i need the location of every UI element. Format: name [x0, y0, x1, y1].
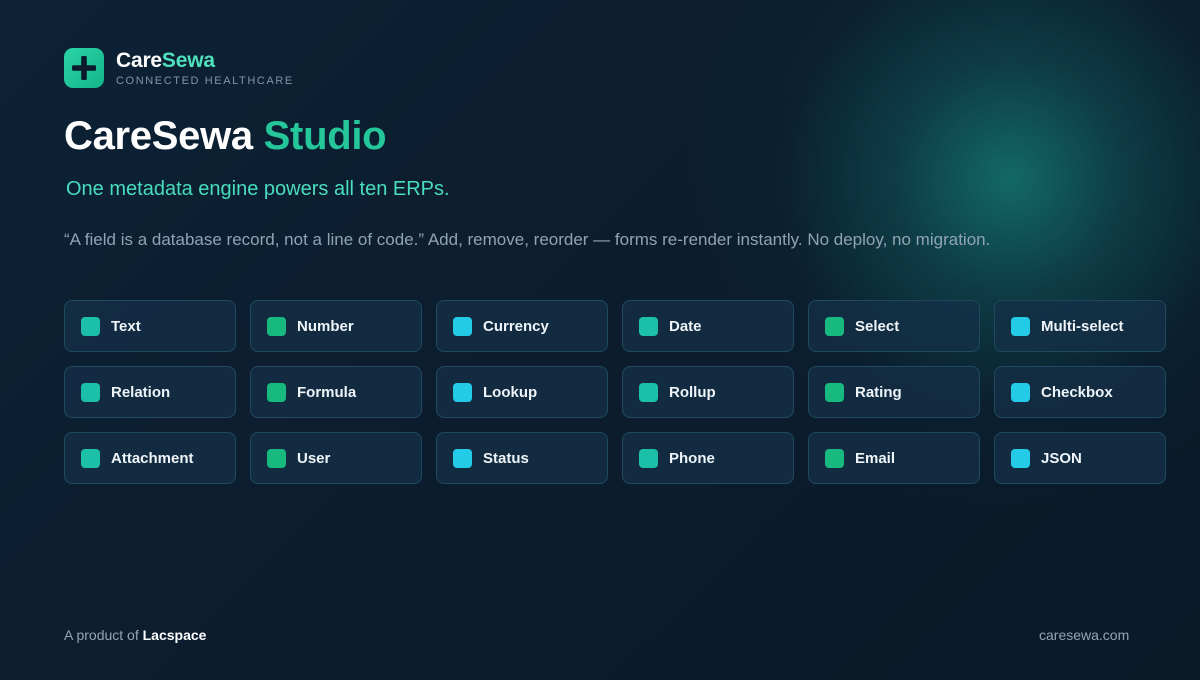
- field-type-label: Multi-select: [1041, 317, 1124, 335]
- field-type-chip: Relation: [64, 366, 236, 418]
- field-type-label: Rollup: [669, 383, 716, 401]
- field-type-label: Select: [855, 317, 900, 335]
- title-accent: Studio: [263, 114, 387, 158]
- footer-url: caresewa.com: [1039, 627, 1130, 643]
- field-swatch-icon: [81, 448, 100, 468]
- field-type-chip: JSON: [994, 432, 1166, 484]
- field-type-label: Lookup: [483, 383, 538, 401]
- field-type-chip: Email: [808, 432, 980, 484]
- brand-name: CareSewa: [116, 48, 294, 72]
- field-swatch-icon: [267, 316, 286, 336]
- field-type-chip: Number: [250, 300, 422, 352]
- field-type-label: Phone: [669, 449, 715, 467]
- brand-tagline: CONNECTED HEALTHCARE: [116, 74, 294, 87]
- field-swatch-icon: [825, 316, 844, 336]
- field-swatch-icon: [639, 316, 658, 336]
- field-type-chip: Lookup: [436, 366, 608, 418]
- field-swatch-icon: [81, 382, 100, 402]
- logo-tile: [64, 48, 104, 88]
- field-swatch-icon: [1011, 316, 1030, 336]
- field-type-chip: Rating: [808, 366, 980, 418]
- footer-company: Lacspace: [142, 627, 207, 643]
- field-type-label: User: [297, 449, 331, 467]
- field-swatch-icon: [453, 316, 472, 336]
- field-type-label: Formula: [297, 383, 357, 401]
- brand-name-care: Care: [116, 48, 162, 72]
- field-swatch-icon: [825, 448, 844, 468]
- page-title: CareSewa Studio: [64, 112, 387, 160]
- field-swatch-icon: [825, 382, 844, 402]
- field-type-label: Text: [111, 317, 141, 335]
- field-type-chip: User: [250, 432, 422, 484]
- field-swatch-icon: [1011, 382, 1030, 402]
- quote: “A field is a database record, not a lin…: [64, 230, 991, 249]
- plus-icon: [72, 56, 96, 80]
- brand-name-sewa: Sewa: [161, 48, 215, 72]
- field-type-label: Email: [855, 449, 896, 467]
- field-type-chip: Attachment: [64, 432, 236, 484]
- field-type-chip: Multi-select: [994, 300, 1166, 352]
- field-type-label: Number: [297, 317, 354, 335]
- field-type-label: Currency: [483, 317, 549, 335]
- footer-credit: A product of Lacspace: [64, 627, 206, 643]
- field-type-label: Status: [483, 449, 529, 467]
- field-swatch-icon: [267, 448, 286, 468]
- field-type-label: Rating: [855, 383, 902, 401]
- field-swatch-icon: [453, 448, 472, 468]
- brand-text: CareSewa CONNECTED HEALTHCARE: [116, 48, 294, 87]
- field-type-label: Date: [669, 317, 702, 335]
- field-type-chip: Rollup: [622, 366, 794, 418]
- field-type-label: JSON: [1041, 449, 1082, 467]
- field-type-chip: Checkbox: [994, 366, 1166, 418]
- field-swatch-icon: [81, 316, 100, 336]
- field-type-chip: Formula: [250, 366, 422, 418]
- field-type-chip: Date: [622, 300, 794, 352]
- field-swatch-icon: [453, 382, 472, 402]
- field-swatch-icon: [1011, 448, 1030, 468]
- field-type-label: Relation: [111, 383, 171, 401]
- field-type-label: Attachment: [111, 449, 194, 467]
- slide: CareSewa CONNECTED HEALTHCARE CareSewa S…: [0, 0, 1200, 680]
- field-type-chip: Text: [64, 300, 236, 352]
- field-swatch-icon: [639, 382, 658, 402]
- brand-header: CareSewa CONNECTED HEALTHCARE: [64, 48, 294, 88]
- field-type-chip: Currency: [436, 300, 608, 352]
- field-type-chip: Phone: [622, 432, 794, 484]
- field-type-label: Checkbox: [1041, 383, 1113, 401]
- field-type-grid: Text Number Currency Date Select Multi-select…: [64, 300, 1166, 484]
- subtitle: One metadata engine powers all ten ERPs.: [66, 178, 450, 200]
- title-primary: CareSewa: [64, 114, 253, 158]
- field-type-chip: Status: [436, 432, 608, 484]
- footer-prefix: A product of: [64, 627, 143, 643]
- field-swatch-icon: [639, 448, 658, 468]
- field-swatch-icon: [267, 382, 286, 402]
- field-type-chip: Select: [808, 300, 980, 352]
